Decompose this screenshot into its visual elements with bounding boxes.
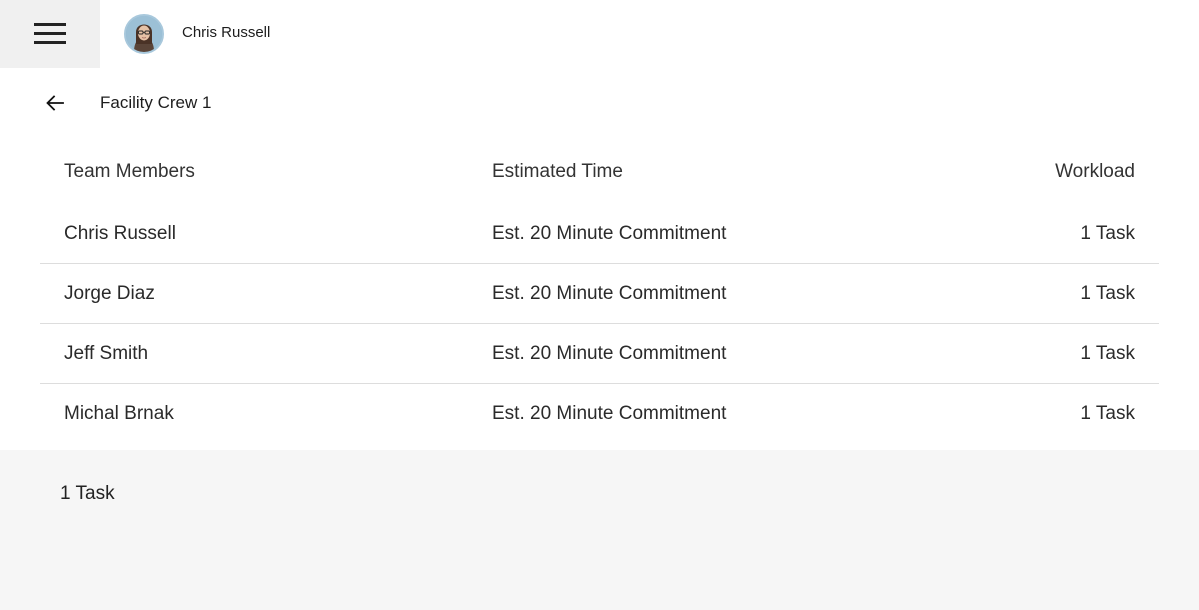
avatar[interactable]	[124, 14, 164, 54]
column-header-workload: Workload	[1055, 161, 1135, 182]
table-header: Team Members Estimated Time Workload	[40, 140, 1159, 204]
workload: 1 Task	[1080, 222, 1135, 244]
estimated-time: Est. 20 Minute Commitment	[492, 403, 727, 424]
table-row[interactable]: Jorge Diaz Est. 20 Minute Commitment 1 T…	[40, 264, 1159, 324]
table-row[interactable]: Chris Russell Est. 20 Minute Commitment …	[40, 204, 1159, 264]
estimated-time: Est. 20 Minute Commitment	[492, 282, 727, 304]
user-name: Chris Russell	[182, 24, 271, 41]
total-workload: 1 Task	[60, 483, 115, 504]
summary-footer: 1 Task	[0, 450, 1199, 610]
member-name: Jorge Diaz	[64, 282, 155, 304]
workload: 1 Task	[1080, 342, 1135, 364]
top-bar: Chris Russell	[0, 0, 1199, 68]
member-name: Chris Russell	[64, 222, 176, 244]
user-avatar-icon	[126, 16, 162, 52]
team-table: Team Members Estimated Time Workload Chr…	[40, 140, 1159, 444]
column-header-team-members: Team Members	[64, 161, 195, 182]
page-title: Facility Crew 1	[100, 93, 212, 112]
back-button[interactable]	[40, 88, 70, 118]
member-name: Jeff Smith	[64, 342, 149, 364]
menu-button[interactable]	[0, 0, 100, 68]
workload: 1 Task	[1080, 282, 1135, 304]
column-header-estimated-time: Estimated Time	[492, 161, 623, 182]
workload: 1 Task	[1080, 403, 1135, 424]
estimated-time: Est. 20 Minute Commitment	[492, 222, 727, 244]
hamburger-menu-icon	[34, 23, 66, 45]
table-row[interactable]: Jeff Smith Est. 20 Minute Commitment 1 T…	[40, 324, 1159, 384]
table-row[interactable]: Michal Brnak Est. 20 Minute Commitment 1…	[40, 384, 1159, 444]
estimated-time: Est. 20 Minute Commitment	[492, 342, 727, 364]
member-name: Michal Brnak	[64, 403, 174, 424]
arrow-left-icon	[46, 95, 64, 111]
